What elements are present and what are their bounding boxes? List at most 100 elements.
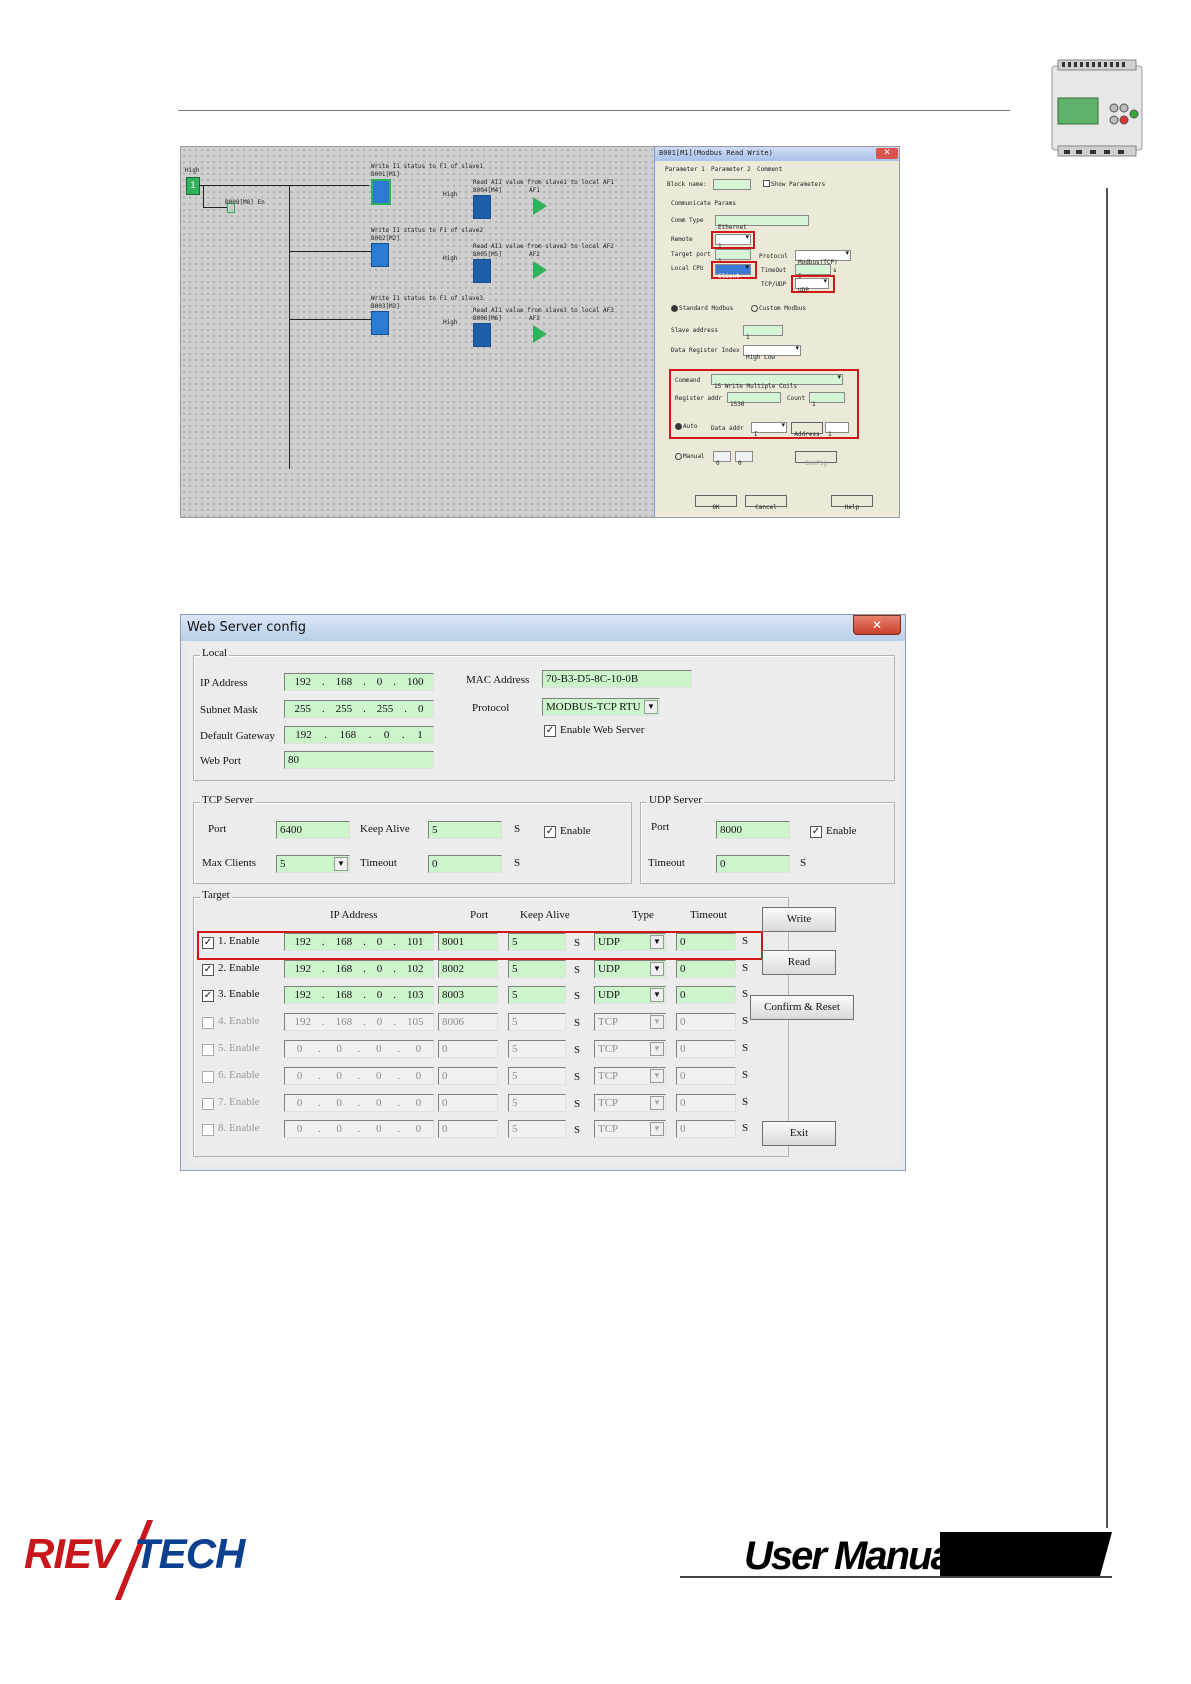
tcpudp-select[interactable]: UDP xyxy=(795,277,829,294)
target-type-select[interactable]: TCP ▼ xyxy=(594,1013,666,1031)
protocol-select[interactable]: Modbus(TCP) xyxy=(795,249,851,266)
command-select[interactable]: 15 Write Multiple Coils xyxy=(711,373,843,390)
chevron-down-icon[interactable]: ▼ xyxy=(650,988,664,1002)
target-ip-field[interactable]: 0.0.0.0 xyxy=(284,1040,434,1058)
confirm-reset-button[interactable]: Confirm & Reset xyxy=(750,995,854,1020)
close-icon[interactable]: ✕ xyxy=(853,615,901,635)
write-block[interactable] xyxy=(371,311,389,335)
ok-button[interactable]: OK xyxy=(695,495,737,511)
target-timeout-field[interactable]: 0 xyxy=(676,1094,736,1112)
target-type-select[interactable]: TCP ▼ xyxy=(594,1067,666,1085)
target-type-select[interactable]: TCP ▼ xyxy=(594,1094,666,1112)
exit-button[interactable]: Exit xyxy=(762,1121,836,1146)
target-type-select[interactable]: UDP ▼ xyxy=(594,986,666,1004)
target-port-field[interactable]: 8003 xyxy=(438,986,498,1004)
target-enable-checkbox[interactable] xyxy=(202,1124,214,1136)
target-keepalive-field[interactable]: 5 xyxy=(508,1067,566,1085)
write-block[interactable] xyxy=(371,243,389,267)
chevron-down-icon[interactable]: ▼ xyxy=(644,700,658,714)
af-output[interactable] xyxy=(533,325,547,343)
auto-radio[interactable] xyxy=(675,423,682,430)
chevron-down-icon[interactable]: ▼ xyxy=(650,1015,664,1029)
target-ip-field[interactable]: 0.0.0.0 xyxy=(284,1067,434,1085)
tcp-timeout-field[interactable]: 0 xyxy=(428,855,502,873)
target-keepalive-field[interactable]: 5 xyxy=(508,933,566,951)
target-port-field[interactable]: 0 xyxy=(438,1067,498,1085)
target-type-select[interactable]: TCP ▼ xyxy=(594,1040,666,1058)
cancel-button[interactable]: Cancel xyxy=(745,495,787,511)
read-button[interactable]: Read xyxy=(762,950,836,975)
register-addr-field[interactable]: 1536 xyxy=(727,392,781,408)
tab-parameter-1[interactable]: Parameter 1 xyxy=(665,166,705,173)
target-ip-field[interactable]: 192. 168. 0. 101 xyxy=(284,933,434,951)
target-port-field[interactable]: 8006 xyxy=(438,1013,498,1031)
tcp-keepalive-field[interactable]: 5 xyxy=(428,821,502,839)
target-port-field[interactable]: 0 xyxy=(438,1094,498,1112)
target-port-field[interactable]: 8002 xyxy=(438,960,498,978)
target-enable-checkbox[interactable] xyxy=(202,1071,214,1083)
help-button[interactable]: Help xyxy=(831,495,873,511)
chevron-down-icon[interactable]: ▼ xyxy=(650,935,664,949)
manual-field-2[interactable]: 0 xyxy=(735,451,753,467)
chevron-down-icon[interactable]: ▼ xyxy=(650,962,664,976)
protocol-select[interactable]: MODBUS-TCP RTU ▼ xyxy=(542,698,660,716)
target-timeout-field[interactable]: 0 xyxy=(676,1013,736,1031)
subnet-mask-field[interactable]: 255. 255. 255. 0 xyxy=(284,700,434,718)
udp-enable-checkbox[interactable]: ✓ xyxy=(810,826,822,838)
read-block[interactable] xyxy=(473,323,491,347)
count-field[interactable]: 1 xyxy=(809,392,845,408)
custom-modbus-radio[interactable] xyxy=(751,305,758,312)
slave-address-field[interactable]: 1 xyxy=(743,325,783,341)
chevron-down-icon[interactable]: ▼ xyxy=(650,1096,664,1110)
target-enable-checkbox[interactable] xyxy=(202,1044,214,1056)
target-timeout-field[interactable]: 0 xyxy=(676,986,736,1004)
address-field[interactable]: 1 xyxy=(825,422,849,438)
manual-radio[interactable] xyxy=(675,453,682,460)
target-timeout-field[interactable]: 0 xyxy=(676,960,736,978)
target-type-select[interactable]: UDP ▼ xyxy=(594,960,666,978)
chevron-down-icon[interactable]: ▼ xyxy=(650,1042,664,1056)
comm-type-select[interactable]: Ethernet xyxy=(715,215,809,231)
data-addr-select[interactable]: I xyxy=(751,421,787,438)
timeout-field[interactable]: 5 xyxy=(795,264,831,280)
chevron-down-icon[interactable]: ▼ xyxy=(650,1069,664,1083)
read-block[interactable] xyxy=(473,259,491,283)
target-enable-checkbox[interactable] xyxy=(202,1017,214,1029)
target-keepalive-field[interactable]: 5 xyxy=(508,1094,566,1112)
read-block[interactable] xyxy=(473,195,491,219)
enable-web-server-checkbox[interactable]: ✓ xyxy=(544,725,556,737)
chevron-down-icon[interactable]: ▼ xyxy=(334,857,348,871)
target-timeout-field[interactable]: 0 xyxy=(676,1120,736,1138)
target-port-field[interactable]: 0 xyxy=(438,1120,498,1138)
tab-parameter-2[interactable]: Parameter 2 xyxy=(711,166,751,173)
target-ip-field[interactable]: 192. 168. 0. 105 xyxy=(284,1013,434,1031)
remote-select[interactable]: 1 xyxy=(715,233,751,250)
target-enable-checkbox[interactable]: ✓ xyxy=(202,937,214,949)
target-timeout-field[interactable]: 0 xyxy=(676,933,736,951)
local-cpu-select[interactable]: Client xyxy=(715,263,751,280)
target-enable-checkbox[interactable] xyxy=(202,1098,214,1110)
target-keepalive-field[interactable]: 5 xyxy=(508,960,566,978)
config-button[interactable]: Config xyxy=(795,451,837,467)
write-block[interactable] xyxy=(371,179,391,205)
input-block[interactable]: 1 xyxy=(186,177,200,195)
address-button[interactable]: Address xyxy=(791,422,823,438)
max-clients-select[interactable]: 5 ▼ xyxy=(276,855,350,873)
default-gateway-field[interactable]: 192. 168. 0. 1 xyxy=(284,726,434,744)
close-icon[interactable]: ✕ xyxy=(876,148,898,159)
web-port-field[interactable]: 80 xyxy=(284,751,434,769)
target-keepalive-field[interactable]: 5 xyxy=(508,1013,566,1031)
mac-address-field[interactable]: 70-B3-D5-8C-10-0B xyxy=(542,670,692,688)
target-ip-field[interactable]: 0.0.0.0 xyxy=(284,1094,434,1112)
target-timeout-field[interactable]: 0 xyxy=(676,1067,736,1085)
tab-comment[interactable]: Comment xyxy=(757,166,782,173)
target-port-field[interactable]: 1 xyxy=(715,249,751,265)
target-keepalive-field[interactable]: 5 xyxy=(508,1040,566,1058)
target-ip-field[interactable]: 0.0.0.0 xyxy=(284,1120,434,1138)
target-timeout-field[interactable]: 0 xyxy=(676,1040,736,1058)
target-type-select[interactable]: UDP ▼ xyxy=(594,933,666,951)
show-params-checkbox[interactable] xyxy=(763,180,770,187)
target-type-select[interactable]: TCP ▼ xyxy=(594,1120,666,1138)
target-enable-checkbox[interactable]: ✓ xyxy=(202,964,214,976)
tcp-port-field[interactable]: 6400 xyxy=(276,821,350,839)
